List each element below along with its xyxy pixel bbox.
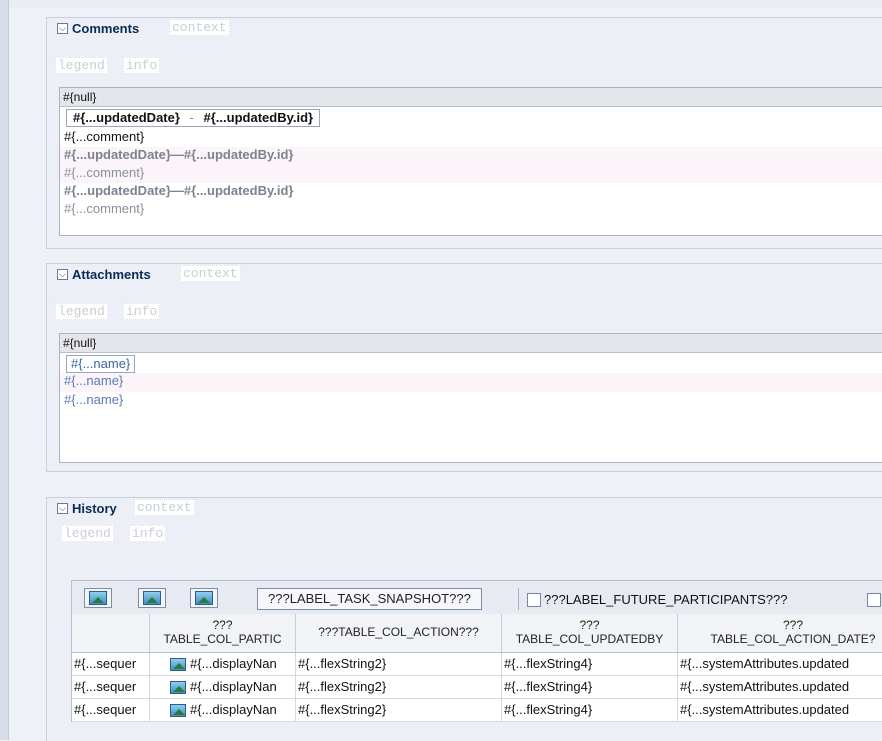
comment-date-by: #{...updatedDate}—#{...updatedBy.id} <box>64 183 294 198</box>
selected-updated-by: #{...updatedBy.id} <box>203 110 314 125</box>
cell-sequence: #{...sequer <box>72 699 150 721</box>
history-table-header: ??? TABLE_COL_PARTIC ???TABLE_COL_ACTION?… <box>72 614 882 653</box>
history-toolbar: ???LABEL_TASK_SNAPSHOT??? ???LABEL_FUTUR… <box>71 580 882 616</box>
toolbar-image-button-1[interactable] <box>84 588 112 608</box>
cell-sequence: #{...sequer <box>72 653 150 675</box>
comment-row[interactable]: #{...updatedDate}—#{...updatedBy.id} <box>60 147 882 165</box>
image-icon <box>195 591 213 605</box>
participant-image-icon <box>170 704 186 718</box>
attachments-collapse-button[interactable]: ⌵ <box>57 269 68 280</box>
history-context-tag: context <box>134 499 195 516</box>
cell-action-date: #{...systemAttributes.updated <box>680 679 850 694</box>
history-tag-row: legend info <box>47 523 882 547</box>
attachment-name-link[interactable]: #{...name} <box>64 373 123 388</box>
cell-action-date: #{...systemAttributes.updated <box>680 656 850 671</box>
cell-participant: #{...displayNan <box>150 653 296 675</box>
attachment-row[interactable]: #{...name} <box>60 392 882 411</box>
history-legend-tag: legend <box>61 525 114 542</box>
column-header-action-date[interactable]: ??? TABLE_COL_ACTION_DATE? <box>678 614 882 652</box>
comments-info-tag: info <box>123 57 161 74</box>
comments-table: #{null} #{...updatedDate} - #{...updated… <box>59 87 882 236</box>
comment-text-row[interactable]: #{...comment} <box>60 165 882 183</box>
cell-action: #{...flexString2} <box>296 653 502 675</box>
comments-tag-row: legend info <box>47 55 882 79</box>
comment-row[interactable]: #{...updatedDate}—#{...updatedBy.id} <box>60 183 882 201</box>
attachments-legend-tag: legend <box>55 303 108 320</box>
future-participants-checkbox[interactable] <box>527 593 541 607</box>
toolbar-image-button-2[interactable] <box>138 588 166 608</box>
attachments-tag-row: legend info <box>47 301 882 325</box>
cell-action-date: #{...systemAttributes.updated <box>680 702 850 717</box>
comments-title: Comments <box>72 21 140 36</box>
attachments-table-header: #{null} <box>60 334 882 353</box>
cell-sequence: #{...sequer <box>72 676 150 698</box>
left-edge-strip <box>0 0 9 740</box>
participant-image-icon <box>170 681 186 695</box>
cell-updated-by: #{...flexString4} <box>502 653 678 675</box>
attachments-info-tag: info <box>123 303 161 320</box>
attachment-name-link[interactable]: #{...name} <box>71 356 130 371</box>
comment-text: #{...comment} <box>64 165 145 180</box>
comments-selected-row[interactable]: #{...updatedDate} - #{...updatedBy.id} <box>60 107 882 129</box>
image-icon <box>143 591 161 605</box>
comments-panel: ⌵ Comments context legend info #{null} #… <box>46 17 882 249</box>
attachments-title: Attachments <box>72 267 151 282</box>
comment-date-by: #{...updatedDate}—#{...updatedBy.id} <box>64 147 294 162</box>
toolbar-image-button-3[interactable] <box>190 588 218 608</box>
attachments-panel: ⌵ Attachments context legend info #{null… <box>46 263 882 472</box>
history-info-tag: info <box>129 525 167 542</box>
column-header-action[interactable]: ???TABLE_COL_ACTION??? <box>296 614 502 652</box>
history-panel: ⌵ History context legend info ???LABEL_T… <box>46 497 882 741</box>
comment-text-row[interactable]: #{...comment} <box>60 201 882 219</box>
cell-participant: #{...displayNan <box>150 676 296 698</box>
column-header-sequence[interactable] <box>72 614 150 652</box>
top-gap <box>9 0 882 8</box>
table-row[interactable]: #{...sequer #{...displayNan #{...flexStr… <box>72 699 882 722</box>
attachment-name-link[interactable]: #{...name} <box>64 392 123 407</box>
selected-separator: - <box>189 110 194 125</box>
selected-comment: #{...comment} <box>64 129 145 144</box>
comments-legend-tag: legend <box>55 57 108 74</box>
history-table: ??? TABLE_COL_PARTIC ???TABLE_COL_ACTION?… <box>71 614 882 722</box>
future-participants-label: ???LABEL_FUTURE_PARTICIPANTS??? <box>544 592 788 607</box>
attachments-header: ⌵ Attachments context <box>47 264 882 286</box>
column-header-participant[interactable]: ??? TABLE_COL_PARTIC <box>150 614 296 652</box>
comments-header: ⌵ Comments context <box>47 18 882 40</box>
comments-context-tag: context <box>169 19 230 36</box>
history-header: ⌵ History context <box>47 498 882 520</box>
attachment-row[interactable]: #{...name} <box>60 373 882 392</box>
cell-participant: #{...displayNan <box>150 699 296 721</box>
comments-collapse-button[interactable]: ⌵ <box>57 23 68 34</box>
attachments-context-tag: context <box>180 265 241 282</box>
history-title: History <box>72 501 117 516</box>
column-header-updated-by[interactable]: ??? TABLE_COL_UPDATEDBY <box>502 614 678 652</box>
cell-action: #{...flexString2} <box>296 676 502 698</box>
attachments-table: #{null} #{...name} #{...name} #{...name} <box>59 333 882 463</box>
selected-date-box: #{...updatedDate} - #{...updatedBy.id} <box>66 109 321 127</box>
cell-updated-by: #{...flexString4} <box>502 699 678 721</box>
toolbar-checkbox-2[interactable] <box>867 593 881 607</box>
selected-updated-date: #{...updatedDate} <box>73 110 180 125</box>
table-row[interactable]: #{...sequer #{...displayNan #{...flexStr… <box>72 653 882 676</box>
selected-attachment-box: #{...name} <box>66 355 136 373</box>
toolbar-separator <box>518 588 519 610</box>
history-collapse-button[interactable]: ⌵ <box>57 503 68 514</box>
cell-action: #{...flexString2} <box>296 699 502 721</box>
participant-image-icon <box>170 658 186 672</box>
attachment-row-selected[interactable]: #{...name} <box>60 353 882 373</box>
cell-updated-by: #{...flexString4} <box>502 676 678 698</box>
comment-text: #{...comment} <box>64 201 145 216</box>
task-snapshot-button[interactable]: ???LABEL_TASK_SNAPSHOT??? <box>257 588 482 610</box>
table-row[interactable]: #{...sequer #{...displayNan #{...flexStr… <box>72 676 882 699</box>
image-icon <box>89 591 107 605</box>
comments-table-header: #{null} <box>60 88 882 107</box>
comments-selected-comment-row[interactable]: #{...comment} <box>60 129 882 147</box>
